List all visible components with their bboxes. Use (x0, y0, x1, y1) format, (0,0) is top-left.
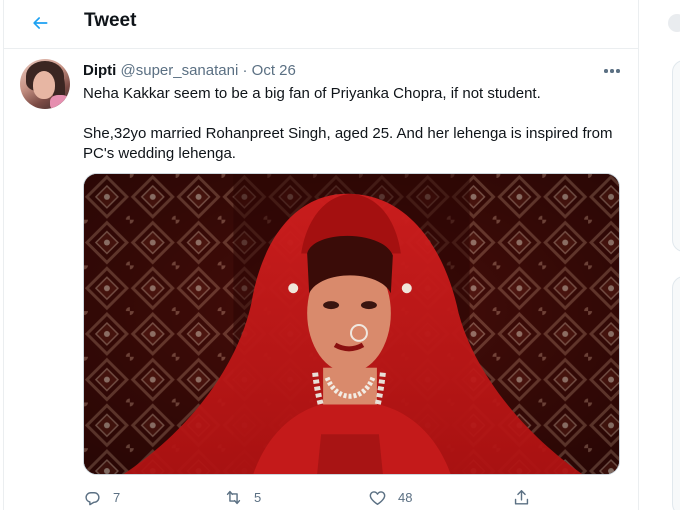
reply-count: 7 (113, 489, 121, 505)
share-icon (514, 489, 529, 505)
more-dots-icon (616, 69, 620, 73)
like-button[interactable]: 48 (368, 486, 412, 508)
heart-icon (369, 490, 386, 505)
separator-dot: · (242, 62, 248, 79)
author-handle[interactable]: @super_sanatani (121, 62, 239, 79)
avatar-face (33, 71, 55, 99)
bride-photo-image (84, 174, 619, 474)
tweet-header: Tweet (4, 0, 638, 49)
sidebar-card-top (672, 60, 680, 252)
tweet-author-line: Dipti @super_sanatani · Oct 26 (83, 62, 296, 79)
arrow-left-icon (33, 17, 48, 29)
retweet-count: 5 (254, 489, 262, 505)
more-dots-icon (610, 69, 614, 73)
tweet-paragraph: Neha Kakkar seem to be a big fan of Priy… (83, 85, 541, 102)
retweet-icon (226, 490, 241, 504)
avatar[interactable] (20, 59, 70, 109)
sidebar-search-edge[interactable] (668, 14, 680, 32)
tweet-paragraph: She,32yo married Rohanpreet Singh, aged … (83, 125, 613, 162)
more-dots-icon (604, 69, 608, 73)
like-count: 48 (398, 489, 413, 505)
tweet-text: Neha Kakkar seem to be a big fan of Priy… (83, 84, 613, 164)
author-name[interactable]: Dipti (83, 62, 116, 79)
retweet-button[interactable]: 5 (224, 486, 261, 508)
sidebar-card-bottom (672, 276, 680, 510)
tweet-date[interactable]: Oct 26 (252, 62, 296, 79)
share-button[interactable] (512, 486, 531, 508)
page-title: Tweet (84, 10, 137, 31)
reply-button[interactable]: 7 (83, 486, 120, 508)
back-button[interactable] (24, 7, 56, 39)
avatar-clothing (50, 95, 70, 109)
more-options-button[interactable] (599, 62, 625, 80)
tweet-actions: 7 5 48 (83, 486, 543, 510)
tweet-photo[interactable] (83, 173, 620, 475)
reply-icon (85, 491, 100, 505)
